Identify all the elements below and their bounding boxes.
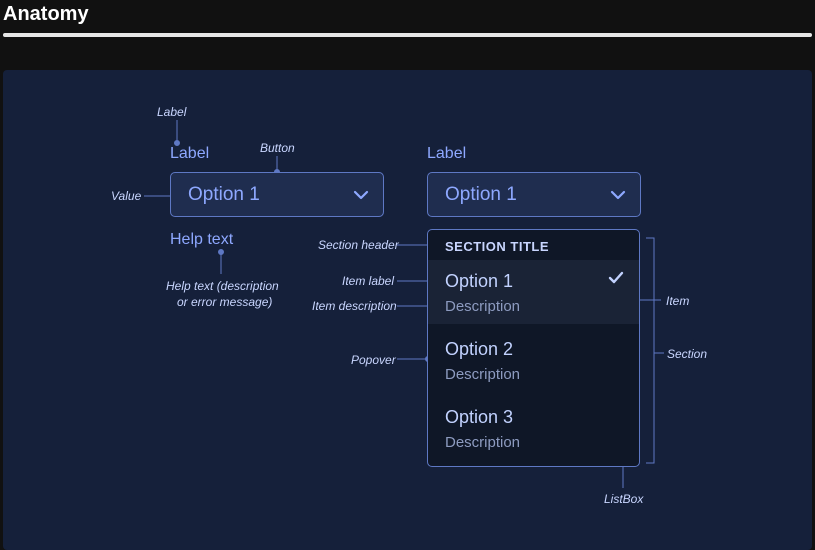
annotation-popover: Popover bbox=[351, 353, 396, 367]
list-item[interactable]: Option 3 Description bbox=[428, 396, 639, 460]
open-picker-label: Label bbox=[427, 145, 467, 162]
checkmark-icon bbox=[608, 271, 624, 290]
annotation-label: Label bbox=[157, 105, 187, 119]
chevron-down-icon bbox=[353, 188, 369, 206]
open-picker-value: Option 1 bbox=[445, 184, 517, 205]
annotation-item: Item bbox=[666, 294, 690, 308]
annotation-item-label: Item label bbox=[342, 274, 395, 288]
annotation-value: Value bbox=[111, 189, 142, 203]
annotation-listbox: ListBox bbox=[604, 492, 644, 506]
item-label: Option 1 bbox=[445, 271, 514, 291]
section-title: SECTION TITLE bbox=[445, 239, 549, 254]
annotation-section-header: Section header bbox=[318, 238, 399, 252]
item-description: Description bbox=[445, 298, 521, 315]
annotation-item-description: Item description bbox=[312, 299, 397, 313]
popover-listbox: SECTION TITLE Option 1 Description Optio… bbox=[427, 229, 640, 467]
help-text: Help text bbox=[170, 231, 234, 248]
item-label: Option 2 bbox=[445, 339, 514, 359]
annotation-help-text-line2: or error message) bbox=[177, 295, 273, 309]
annotation-lines bbox=[144, 120, 664, 488]
annotation-section: Section bbox=[667, 347, 708, 361]
annotation-help-text-line1: Help text (description bbox=[166, 279, 279, 293]
open-picker-button[interactable]: Option 1 bbox=[427, 172, 641, 217]
list-item[interactable]: Option 1 Description bbox=[428, 260, 639, 324]
list-item[interactable]: Option 2 Description bbox=[428, 328, 639, 392]
picker-label: Label bbox=[170, 145, 210, 162]
picker-button[interactable]: Option 1 bbox=[170, 172, 384, 217]
item-description: Description bbox=[445, 366, 521, 383]
chevron-down-icon bbox=[610, 188, 626, 206]
item-description: Description bbox=[445, 434, 521, 451]
picker-value: Option 1 bbox=[188, 184, 260, 205]
item-label: Option 3 bbox=[445, 407, 514, 427]
annotation-button: Button bbox=[260, 141, 295, 155]
